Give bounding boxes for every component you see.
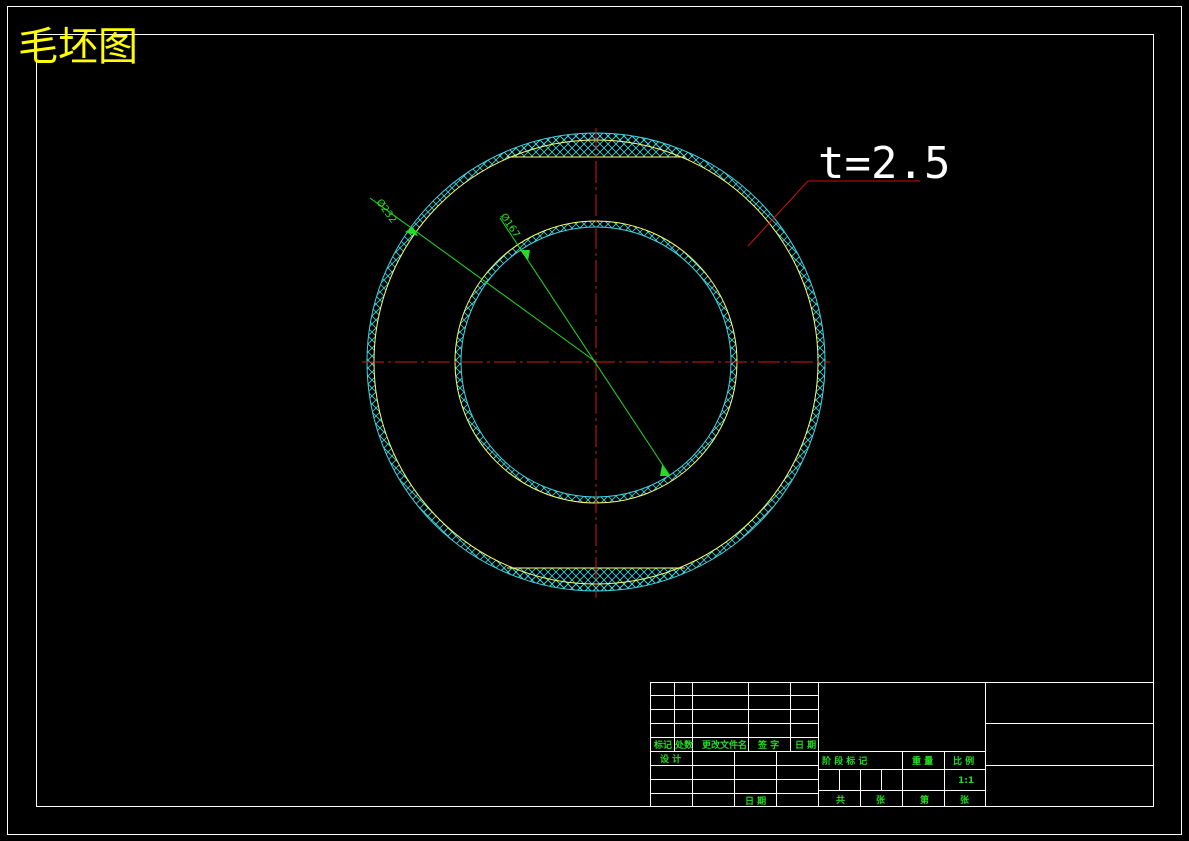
scale-value: 1:1 <box>958 776 974 786</box>
scale-label: 比 例 <box>953 755 974 767</box>
drawing-canvas: 毛坯图 Ø232 Ø167 t=2.5 标记 处数 更改文件名 签 字 日 期 … <box>7 6 1182 835</box>
rev-header-count: 处数 <box>674 739 694 751</box>
total-label: 共 <box>836 794 845 806</box>
date-label: 日 期 <box>745 795 766 807</box>
rev-header-date: 日 期 <box>795 739 816 751</box>
sheet-unit-1: 张 <box>876 794 886 806</box>
design-label: 设 计 <box>660 753 681 765</box>
drawing-title: 毛坯图 <box>18 24 138 70</box>
sheet-unit-2: 张 <box>960 794 970 806</box>
rev-header-sign: 签 字 <box>757 739 779 751</box>
sheet-no-label: 第 <box>920 794 929 806</box>
thickness-label: t=2.5 <box>818 138 950 189</box>
stage-mark-label: 阶 段 标 记 <box>822 755 867 767</box>
rev-header-doc: 更改文件名 <box>702 739 747 751</box>
rev-header-mark: 标记 <box>653 739 672 751</box>
weight-label: 重 量 <box>912 755 933 767</box>
